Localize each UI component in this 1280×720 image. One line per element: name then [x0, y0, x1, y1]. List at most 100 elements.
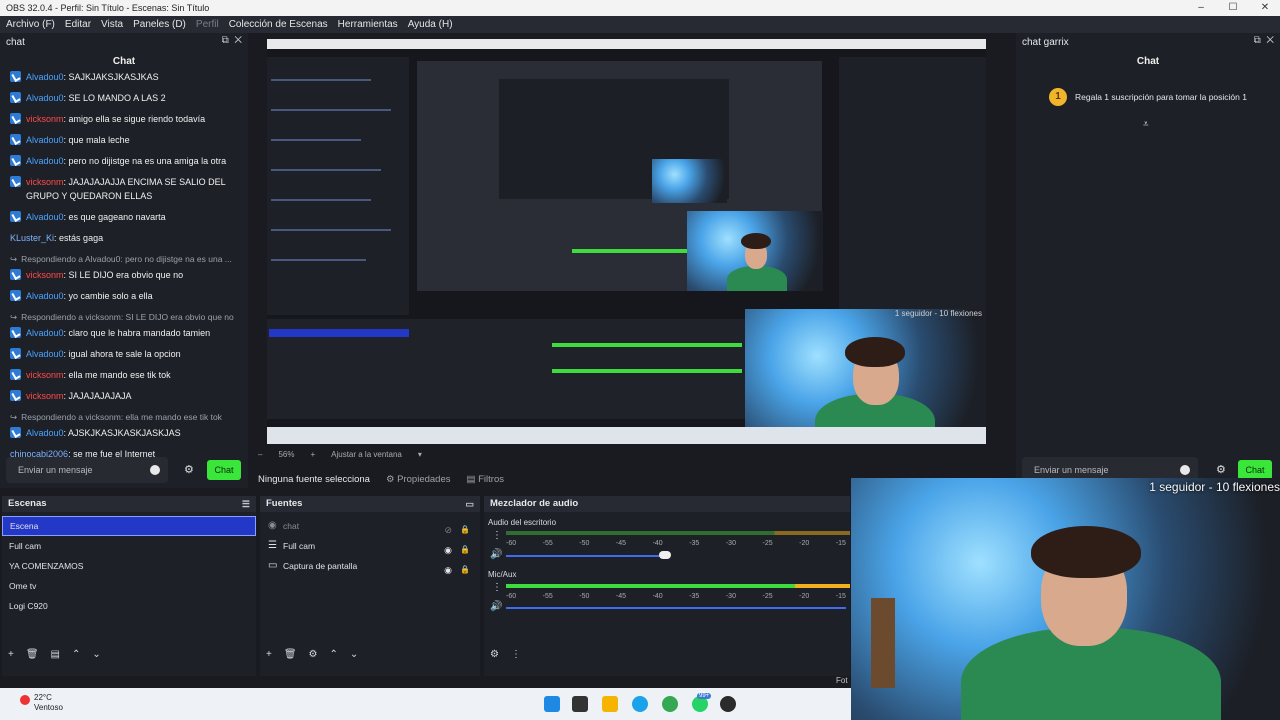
menu-item[interactable]: Ayuda (H): [408, 19, 453, 30]
zoom-in-button[interactable]: +: [310, 450, 315, 459]
chat-username[interactable]: Alvadou0: [26, 135, 64, 145]
weather-widget[interactable]: 22°C Ventoso: [20, 693, 63, 713]
chat-username[interactable]: vicksonm: [26, 177, 64, 187]
obs-icon[interactable]: [720, 696, 736, 712]
chat-send-button[interactable]: Chat: [1238, 460, 1272, 480]
chat-username[interactable]: Alvadou0: [26, 428, 64, 438]
chat-username[interactable]: Alvadou0: [26, 328, 64, 338]
gear-icon[interactable]: ⚙: [184, 463, 194, 476]
chat-send-button[interactable]: Chat: [207, 460, 241, 480]
scene-item[interactable]: Logi C920: [2, 596, 256, 616]
dock-title: chat garrix: [1022, 36, 1069, 48]
eye-icon[interactable]: ◉: [444, 560, 452, 580]
volume-slider-desktop[interactable]: [506, 555, 662, 557]
filter-icon[interactable]: ▤: [51, 649, 60, 660]
verified-badge-icon: [10, 369, 21, 380]
chat-username[interactable]: vicksonm: [26, 114, 64, 124]
scale-tick-label: -30: [725, 593, 736, 600]
collapse-icon[interactable]: ⩡: [1143, 119, 1149, 130]
close-icon[interactable]: ✕: [1266, 35, 1274, 46]
scene-item[interactable]: YA COMENZAMOS: [2, 556, 256, 576]
panel-menu-icon[interactable]: ☰: [242, 496, 250, 512]
program-preview[interactable]: 1 seguidor - 10 flexiones: [267, 39, 986, 444]
chat-username[interactable]: Alvadou0: [26, 212, 64, 222]
volume-slider-mic[interactable]: [506, 607, 846, 609]
source-item[interactable]: ☰ Full cam ◉ 🔒: [260, 536, 480, 556]
emoji-icon[interactable]: [1180, 465, 1190, 475]
sources-list: ◉ chat ⊘ 🔒 ☰ Full cam ◉ 🔒 ▭ Captura de pantalla ◉ 🔒: [260, 516, 480, 576]
chat-text: estás gaga: [59, 233, 104, 243]
verified-badge-icon: [10, 92, 21, 103]
chat-input-placeholder: Enviar un mensaje: [18, 465, 93, 475]
emoji-icon[interactable]: [150, 465, 160, 475]
chat-username[interactable]: vicksonm: [26, 270, 64, 280]
gift-sub-banner[interactable]: 1 Regala 1 suscripción para tomar la pos…: [1049, 88, 1247, 106]
chat-message: vicksonm: ella me mando ese tik tok: [10, 368, 238, 382]
menu-item[interactable]: Archivo (F): [6, 19, 55, 30]
arrow-down-icon[interactable]: ⌄: [92, 649, 100, 660]
task-view-icon[interactable]: [572, 696, 588, 712]
gift-text: Regala 1 suscripción para tomar la posic…: [1075, 92, 1247, 102]
source-item[interactable]: ▭ Captura de pantalla ◉ 🔒: [260, 556, 480, 576]
reply-text: Respondiendo a vicksonm: ella me mando e…: [21, 412, 222, 422]
kebab-menu-icon[interactable]: ⋮: [492, 582, 502, 593]
chat-username[interactable]: vicksonm: [26, 391, 64, 401]
file-explorer-icon[interactable]: [602, 696, 618, 712]
arrow-up-icon[interactable]: ⌃: [330, 649, 338, 660]
chat-input-left[interactable]: Enviar un mensaje: [6, 457, 168, 483]
chat-username[interactable]: Alvadou0: [26, 93, 64, 103]
add-icon[interactable]: +: [266, 649, 272, 660]
settings-icon[interactable]: ⚙: [490, 649, 499, 660]
kebab-menu-icon[interactable]: ⋮: [511, 649, 521, 660]
gear-icon[interactable]: ⚙: [1216, 463, 1226, 476]
kebab-menu-icon[interactable]: ⋮: [492, 530, 502, 541]
properties-button[interactable]: ⚙ Propiedades: [386, 474, 451, 485]
maximize-button[interactable]: ☐: [1218, 0, 1248, 16]
panel-menu-icon[interactable]: ▭: [465, 496, 474, 512]
chat-message: Alvadou0: pero no dijistge na es una ami…: [10, 154, 238, 168]
chrome-icon[interactable]: [662, 696, 678, 712]
edge-icon[interactable]: [632, 696, 648, 712]
trash-icon[interactable]: 🗑: [284, 649, 297, 660]
menu-item[interactable]: Colección de Escenas: [229, 19, 328, 30]
chevron-down-icon[interactable]: ▾: [418, 450, 422, 459]
menu-item[interactable]: Editar: [65, 19, 91, 30]
float-icon[interactable]: ⧉: [1254, 35, 1261, 46]
minimize-button[interactable]: –: [1186, 0, 1216, 16]
scene-item[interactable]: Escena: [2, 516, 256, 536]
zoom-level: 56%: [278, 450, 295, 459]
nested-scene-selected: [269, 329, 409, 337]
windows-start-icon[interactable]: [544, 696, 560, 712]
fit-select[interactable]: Ajustar a la ventana: [331, 450, 402, 459]
volume-knob[interactable]: [659, 551, 671, 559]
speaker-icon[interactable]: 🔊: [490, 601, 502, 612]
chat-username[interactable]: Alvadou0: [26, 72, 64, 82]
float-icon[interactable]: ⧉: [222, 35, 229, 46]
gear-icon: ⚙: [385, 473, 395, 485]
add-icon[interactable]: +: [8, 649, 14, 660]
menu-item[interactable]: Perfil: [196, 19, 219, 30]
notification-badge: 99+: [697, 693, 712, 699]
chat-username[interactable]: KLuster_Ki: [10, 233, 54, 243]
sources-tools: + 🗑 ⚙ ⌃ ⌄: [266, 649, 358, 660]
filters-button[interactable]: ▤ Filtros: [467, 474, 505, 485]
chat-username[interactable]: Alvadou0: [26, 291, 64, 301]
arrow-down-icon[interactable]: ⌄: [350, 649, 358, 660]
scene-item[interactable]: Ome tv: [2, 576, 256, 596]
chat-username[interactable]: Alvadou0: [26, 156, 64, 166]
zoom-out-button[interactable]: –: [258, 450, 262, 459]
close-icon[interactable]: ✕: [234, 35, 242, 46]
menu-item[interactable]: Paneles (D): [133, 19, 186, 30]
scene-item[interactable]: Full cam: [2, 536, 256, 556]
arrow-up-icon[interactable]: ⌃: [72, 649, 80, 660]
gear-icon[interactable]: ⚙: [309, 649, 318, 660]
chat-username[interactable]: vicksonm: [26, 370, 64, 380]
trash-icon[interactable]: 🗑: [26, 649, 39, 660]
menu-item[interactable]: Vista: [101, 19, 123, 30]
close-window-button[interactable]: ✕: [1250, 0, 1280, 16]
source-item[interactable]: ◉ chat ⊘ 🔒: [260, 516, 480, 536]
menu-item[interactable]: Herramientas: [338, 19, 398, 30]
speaker-icon[interactable]: 🔊: [490, 549, 502, 560]
chat-username[interactable]: Alvadou0: [26, 349, 64, 359]
lock-icon[interactable]: 🔒: [460, 560, 470, 580]
